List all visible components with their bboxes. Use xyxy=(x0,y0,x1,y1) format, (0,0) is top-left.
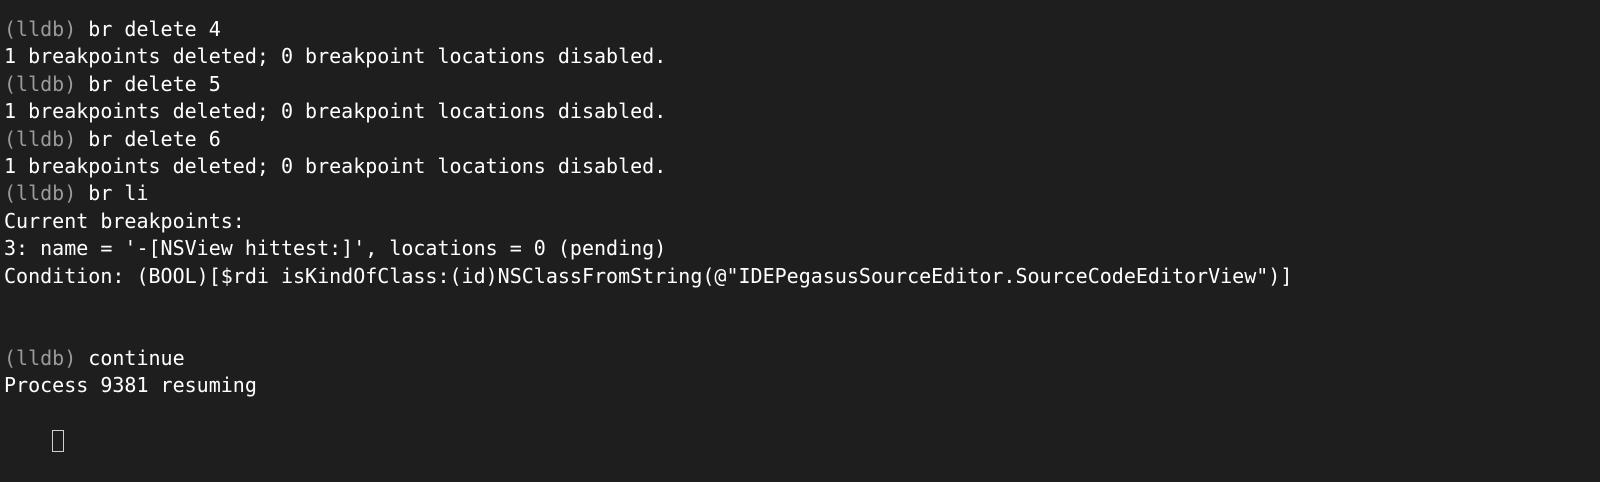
prompt-line: (lldb) br delete 6 xyxy=(4,126,1600,153)
terminal-window[interactable]: (lldb) br delete 41 breakpoints deleted;… xyxy=(0,0,1600,453)
output-text: Condition: (BOOL)[$rdi isKindOfClass:(id… xyxy=(4,263,1293,288)
output-text: 1 breakpoints deleted; 0 breakpoint loca… xyxy=(4,99,667,124)
command-text: continue xyxy=(88,345,185,370)
lldb-prompt: (lldb) xyxy=(4,181,77,206)
output-text: 3: name = '-[NSView hittest:]', location… xyxy=(4,236,667,261)
output-text: Process 9381 resuming xyxy=(4,373,257,398)
output-line: Process 9381 resuming xyxy=(4,372,1600,399)
prompt-line: (lldb) br delete 4 xyxy=(4,16,1600,43)
lldb-prompt: (lldb) xyxy=(4,17,77,41)
prompt-line: (lldb) continue xyxy=(4,345,1600,372)
output-line: 1 breakpoints deleted; 0 breakpoint loca… xyxy=(4,43,1600,70)
output-text: Current breakpoints: xyxy=(4,208,245,233)
lldb-prompt: (lldb) xyxy=(4,71,77,96)
prompt-line: (lldb) br li xyxy=(4,180,1600,207)
output-text: 1 breakpoints deleted; 0 breakpoint loca… xyxy=(4,44,667,69)
output-line: Condition: (BOOL)[$rdi isKindOfClass:(id… xyxy=(4,263,1600,290)
lldb-prompt: (lldb) xyxy=(4,345,77,370)
output-line: Current breakpoints: xyxy=(4,208,1600,235)
cursor-line xyxy=(4,399,1600,453)
output-text: 1 breakpoints deleted; 0 breakpoint loca… xyxy=(4,153,667,178)
prompt-line: (lldb) br delete 5 xyxy=(4,71,1600,98)
output-line: 1 breakpoints deleted; 0 breakpoint loca… xyxy=(4,153,1600,180)
terminal-output: (lldb) br delete 41 breakpoints deleted;… xyxy=(4,16,1600,399)
command-text: br delete 4 xyxy=(88,17,221,41)
output-line: 3: name = '-[NSView hittest:]', location… xyxy=(4,235,1600,262)
command-text: br delete 5 xyxy=(88,71,221,96)
output-line: 1 breakpoints deleted; 0 breakpoint loca… xyxy=(4,98,1600,125)
command-text: br li xyxy=(88,181,149,206)
text-cursor xyxy=(52,430,65,453)
lldb-prompt: (lldb) xyxy=(4,126,77,151)
command-text: br delete 6 xyxy=(88,126,221,151)
